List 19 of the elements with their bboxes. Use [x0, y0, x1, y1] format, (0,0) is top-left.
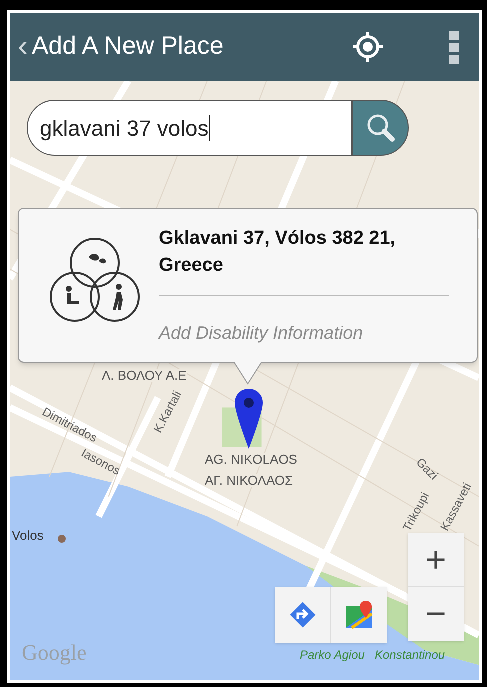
- map-label: Parko Agiou: [300, 649, 365, 661]
- map-label: Konstantinou: [375, 649, 446, 661]
- search-button[interactable]: [352, 100, 409, 156]
- map-app-icon: [344, 600, 374, 630]
- map-label: AG. NIKOLAOS: [205, 453, 298, 466]
- place-address: Gklavani 37, Vólos 382 21, Greece: [159, 227, 397, 278]
- search-field[interactable]: gklavani 37 volos: [27, 100, 352, 156]
- zoom-out-button[interactable]: −: [408, 587, 464, 641]
- crosshair-icon: [351, 30, 385, 64]
- screen-title: Add A New Place: [32, 31, 225, 62]
- map-pin-icon: [234, 388, 264, 450]
- zoom-in-button[interactable]: +: [408, 533, 464, 587]
- map-label: Volos: [12, 529, 44, 542]
- search-text: gklavani 37 volos: [40, 114, 209, 143]
- map-label: ΑΓ. ΝΙΚΟΛΑΟΣ: [205, 474, 294, 487]
- map-label: Λ. ΒΟΛΟΥ Α.Ε: [102, 369, 187, 382]
- back-button[interactable]: ‹: [18, 32, 32, 62]
- menu-icon: [449, 30, 459, 64]
- map-attribution: Google: [22, 639, 87, 667]
